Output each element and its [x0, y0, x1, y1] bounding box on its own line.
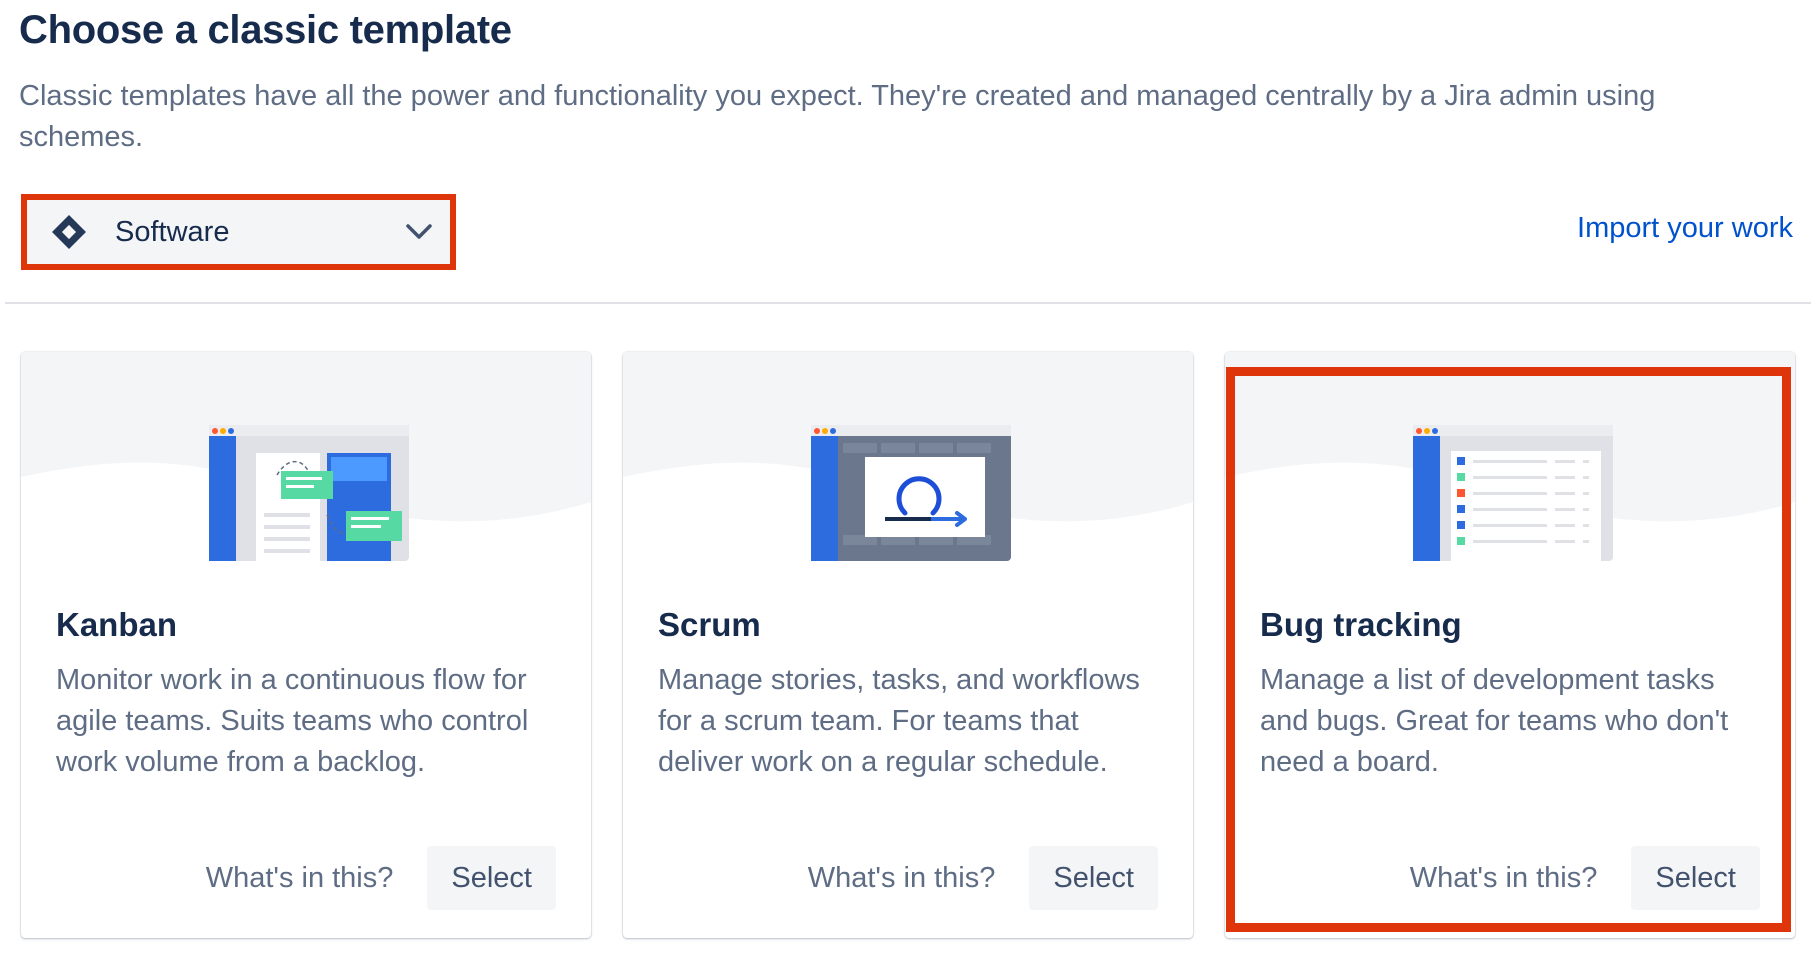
import-your-work-link[interactable]: Import your work [1577, 212, 1793, 245]
card-hero [1225, 352, 1795, 561]
select-button[interactable]: Select [1029, 846, 1158, 910]
select-button[interactable]: Select [427, 846, 556, 910]
card-actions: What's in this? Select [1410, 846, 1760, 910]
card-description: Manage stories, tasks, and workflows for… [658, 664, 1140, 778]
whats-in-this-link[interactable]: What's in this? [1410, 862, 1598, 895]
card-actions: What's in this? Select [206, 846, 556, 910]
card-title: Kanban [56, 606, 178, 643]
select-button[interactable]: Select [1631, 846, 1760, 910]
template-card-scrum[interactable]: Scrum Manage stories, tasks, and workflo… [623, 352, 1193, 938]
whats-in-this-link[interactable]: What's in this? [808, 862, 996, 895]
card-description: Monitor work in a continuous flow for ag… [56, 664, 529, 778]
kanban-board-icon [209, 425, 409, 561]
product-type-dropdown[interactable]: Software [21, 194, 456, 270]
jira-diamond-icon [49, 212, 89, 252]
card-description: Manage a list of development tasks and b… [1260, 664, 1729, 778]
divider [5, 302, 1811, 304]
product-type-value: Software [115, 215, 230, 248]
bug-list-icon [1413, 425, 1613, 561]
page-description: Classic templates have all the power and… [19, 80, 1656, 153]
card-title: Scrum [658, 606, 761, 643]
whats-in-this-link[interactable]: What's in this? [206, 862, 394, 895]
page-title: Choose a classic template [19, 8, 512, 52]
template-card-bug-tracking[interactable]: Bug tracking Manage a list of developmen… [1225, 352, 1795, 938]
chevron-down-icon [404, 217, 434, 247]
card-hero [21, 352, 591, 561]
card-title: Bug tracking [1260, 606, 1462, 643]
template-card-kanban[interactable]: Kanban Monitor work in a continuous flow… [21, 352, 591, 938]
card-actions: What's in this? Select [808, 846, 1158, 910]
scrum-cycle-icon [811, 425, 1011, 561]
card-hero [623, 352, 1193, 561]
